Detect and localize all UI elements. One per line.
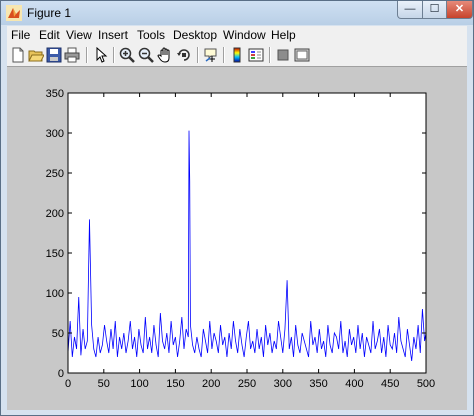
insert-legend-icon[interactable]	[248, 47, 264, 63]
x-tick-label: 150	[166, 378, 184, 390]
data-cursor-icon[interactable]	[203, 47, 219, 63]
insert-colorbar-icon[interactable]	[229, 47, 245, 63]
open-file-icon[interactable]	[28, 47, 44, 63]
maximize-button[interactable]: ☐	[422, 1, 447, 19]
toolbar-separator	[269, 47, 271, 63]
menu-desktop[interactable]: Desktop	[173, 28, 217, 42]
toolbar-separator	[113, 47, 115, 63]
y-tick-label: 300	[46, 128, 64, 140]
menu-bar: File Edit View Insert Tools Desktop Wind…	[7, 26, 467, 44]
x-tick-label: 450	[381, 378, 399, 390]
x-tick-label: 50	[98, 378, 110, 390]
x-tick-label: 350	[309, 378, 327, 390]
save-icon[interactable]	[46, 47, 62, 63]
y-tick-label: 150	[46, 248, 64, 260]
menu-window[interactable]: Window	[223, 28, 266, 42]
figure-canvas[interactable]: 0 50 100 150 200 250 300 350 400 450 500 0 50 100 150 2…	[7, 67, 467, 410]
toolbar-separator	[86, 47, 88, 63]
window-title: Figure 1	[27, 6, 72, 20]
figure-window: Figure 1 — ☐ ✕ File Edit View Insert Too…	[0, 0, 474, 416]
x-tick-label: 400	[345, 378, 363, 390]
figure-toolbar	[7, 44, 467, 67]
y-tick-label: 0	[58, 368, 64, 380]
toolbar-separator	[197, 47, 199, 63]
y-tick-label: 350	[46, 88, 64, 100]
y-tick-label: 50	[52, 328, 64, 340]
zoom-in-icon[interactable]	[119, 47, 135, 63]
menu-file[interactable]: File	[11, 28, 30, 42]
x-tick-label: 500	[417, 378, 435, 390]
x-tick-label: 250	[238, 378, 256, 390]
x-tick-label: 200	[202, 378, 220, 390]
minimize-button[interactable]: —	[397, 1, 423, 19]
x-tick-label: 100	[130, 378, 148, 390]
new-figure-icon[interactable]	[10, 47, 26, 63]
y-tick-label: 250	[46, 168, 64, 180]
close-button[interactable]: ✕	[446, 1, 473, 19]
hide-plot-tools-icon[interactable]	[275, 47, 291, 63]
edit-plot-icon[interactable]	[93, 47, 109, 63]
rotate-3d-icon[interactable]	[176, 47, 192, 63]
line-chart[interactable]: 0 50 100 150 200 250 300 350 400 450 500 0 50 100 150 2…	[7, 67, 467, 410]
y-tick-label: 200	[46, 208, 64, 220]
menu-tools[interactable]: Tools	[137, 28, 165, 42]
y-tick-label: 100	[46, 288, 64, 300]
matlab-logo-icon	[6, 5, 22, 21]
menu-edit[interactable]: Edit	[39, 28, 60, 42]
menu-insert[interactable]: Insert	[98, 28, 128, 42]
show-plot-tools-icon[interactable]	[294, 47, 310, 63]
zoom-out-icon[interactable]	[138, 47, 154, 63]
title-bar[interactable]: Figure 1 — ☐ ✕	[1, 1, 473, 25]
menu-help[interactable]: Help	[271, 28, 296, 42]
x-tick-label: 0	[65, 378, 71, 390]
x-tick-label: 300	[274, 378, 292, 390]
print-icon[interactable]	[64, 47, 80, 63]
menu-view[interactable]: View	[66, 28, 92, 42]
pan-icon[interactable]	[157, 47, 173, 63]
toolbar-separator	[223, 47, 225, 63]
